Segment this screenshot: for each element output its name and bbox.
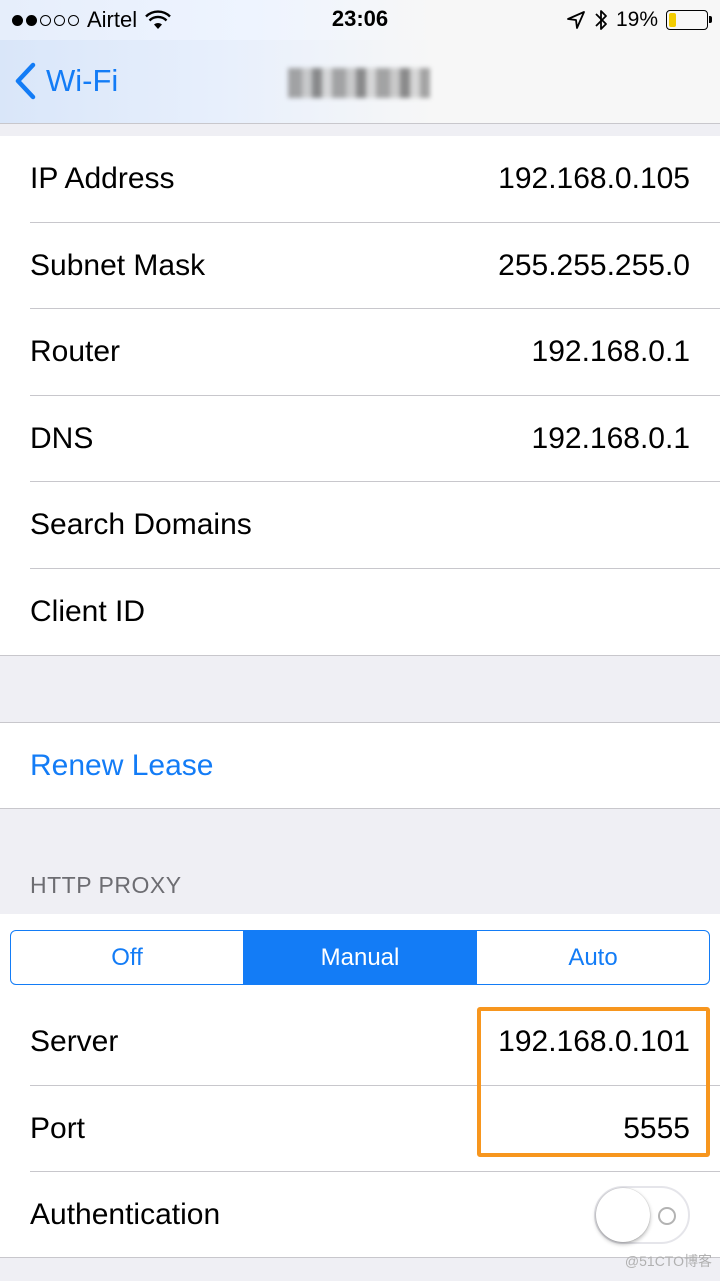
- dns-value: 192.168.0.1: [531, 421, 690, 455]
- location-arrow-icon: [567, 11, 585, 29]
- port-value[interactable]: 5555: [623, 1112, 690, 1146]
- proxy-mode-segmented-control[interactable]: Off Manual Auto: [10, 930, 710, 985]
- status-right: 19%: [566, 6, 712, 34]
- toggle-off-indicator-icon: [658, 1207, 676, 1226]
- search-domains-row[interactable]: Search Domains: [0, 482, 720, 569]
- network-name-redacted: [288, 68, 430, 98]
- server-row[interactable]: Server 192.168.0.101: [0, 999, 720, 1086]
- back-label: Wi-Fi: [46, 63, 119, 98]
- subnet-mask-row: Subnet Mask 255.255.255.0: [0, 223, 720, 310]
- dns-row[interactable]: DNS 192.168.0.1: [0, 396, 720, 483]
- authentication-toggle[interactable]: [594, 1186, 690, 1245]
- port-row[interactable]: Port 5555: [0, 1086, 720, 1173]
- http-proxy-header: HTTP PROXY: [30, 872, 182, 898]
- renew-lease-group: Renew Lease: [0, 722, 720, 809]
- port-label: Port: [30, 1111, 86, 1145]
- router-value: 192.168.0.1: [531, 335, 690, 369]
- status-bar: Airtel 23:06 19%: [0, 0, 720, 40]
- dns-label: DNS: [30, 421, 94, 455]
- renew-lease-label: Renew Lease: [30, 748, 214, 782]
- subnet-mask-label: Subnet Mask: [30, 248, 206, 282]
- renew-lease-button[interactable]: Renew Lease: [0, 723, 720, 808]
- ip-info-group: IP Address 192.168.0.105 Subnet Mask 255…: [0, 136, 720, 656]
- server-label: Server: [30, 1025, 119, 1059]
- authentication-row: Authentication: [0, 1172, 720, 1259]
- battery-icon: [666, 10, 712, 30]
- bluetooth-icon: [595, 10, 607, 30]
- segment-off[interactable]: Off: [11, 931, 243, 984]
- router-label: Router: [30, 335, 121, 369]
- ip-address-value: 192.168.0.105: [498, 162, 690, 196]
- subnet-mask-value: 255.255.255.0: [498, 248, 690, 282]
- back-button[interactable]: Wi-Fi: [14, 56, 118, 106]
- battery-percent: 19%: [615, 8, 658, 31]
- toggle-knob: [596, 1188, 650, 1243]
- authentication-label: Authentication: [30, 1198, 221, 1232]
- watermark: @51CTO博客: [624, 1253, 712, 1269]
- ip-address-row: IP Address 192.168.0.105: [0, 136, 720, 223]
- client-id-row[interactable]: Client ID: [0, 569, 720, 656]
- client-id-label: Client ID: [30, 594, 146, 628]
- server-value[interactable]: 192.168.0.101: [498, 1025, 690, 1059]
- navigation-bar: Wi-Fi: [0, 40, 720, 124]
- proxy-settings-rows: Server 192.168.0.101 Port 5555 Authentic…: [0, 999, 720, 1259]
- search-domains-label: Search Domains: [30, 508, 252, 542]
- segment-manual[interactable]: Manual: [243, 931, 476, 984]
- chevron-left-icon: [15, 62, 36, 100]
- segment-auto[interactable]: Auto: [476, 931, 709, 984]
- battery-fill: [669, 13, 676, 27]
- router-row: Router 192.168.0.1: [0, 309, 720, 396]
- ip-address-label: IP Address: [30, 162, 175, 196]
